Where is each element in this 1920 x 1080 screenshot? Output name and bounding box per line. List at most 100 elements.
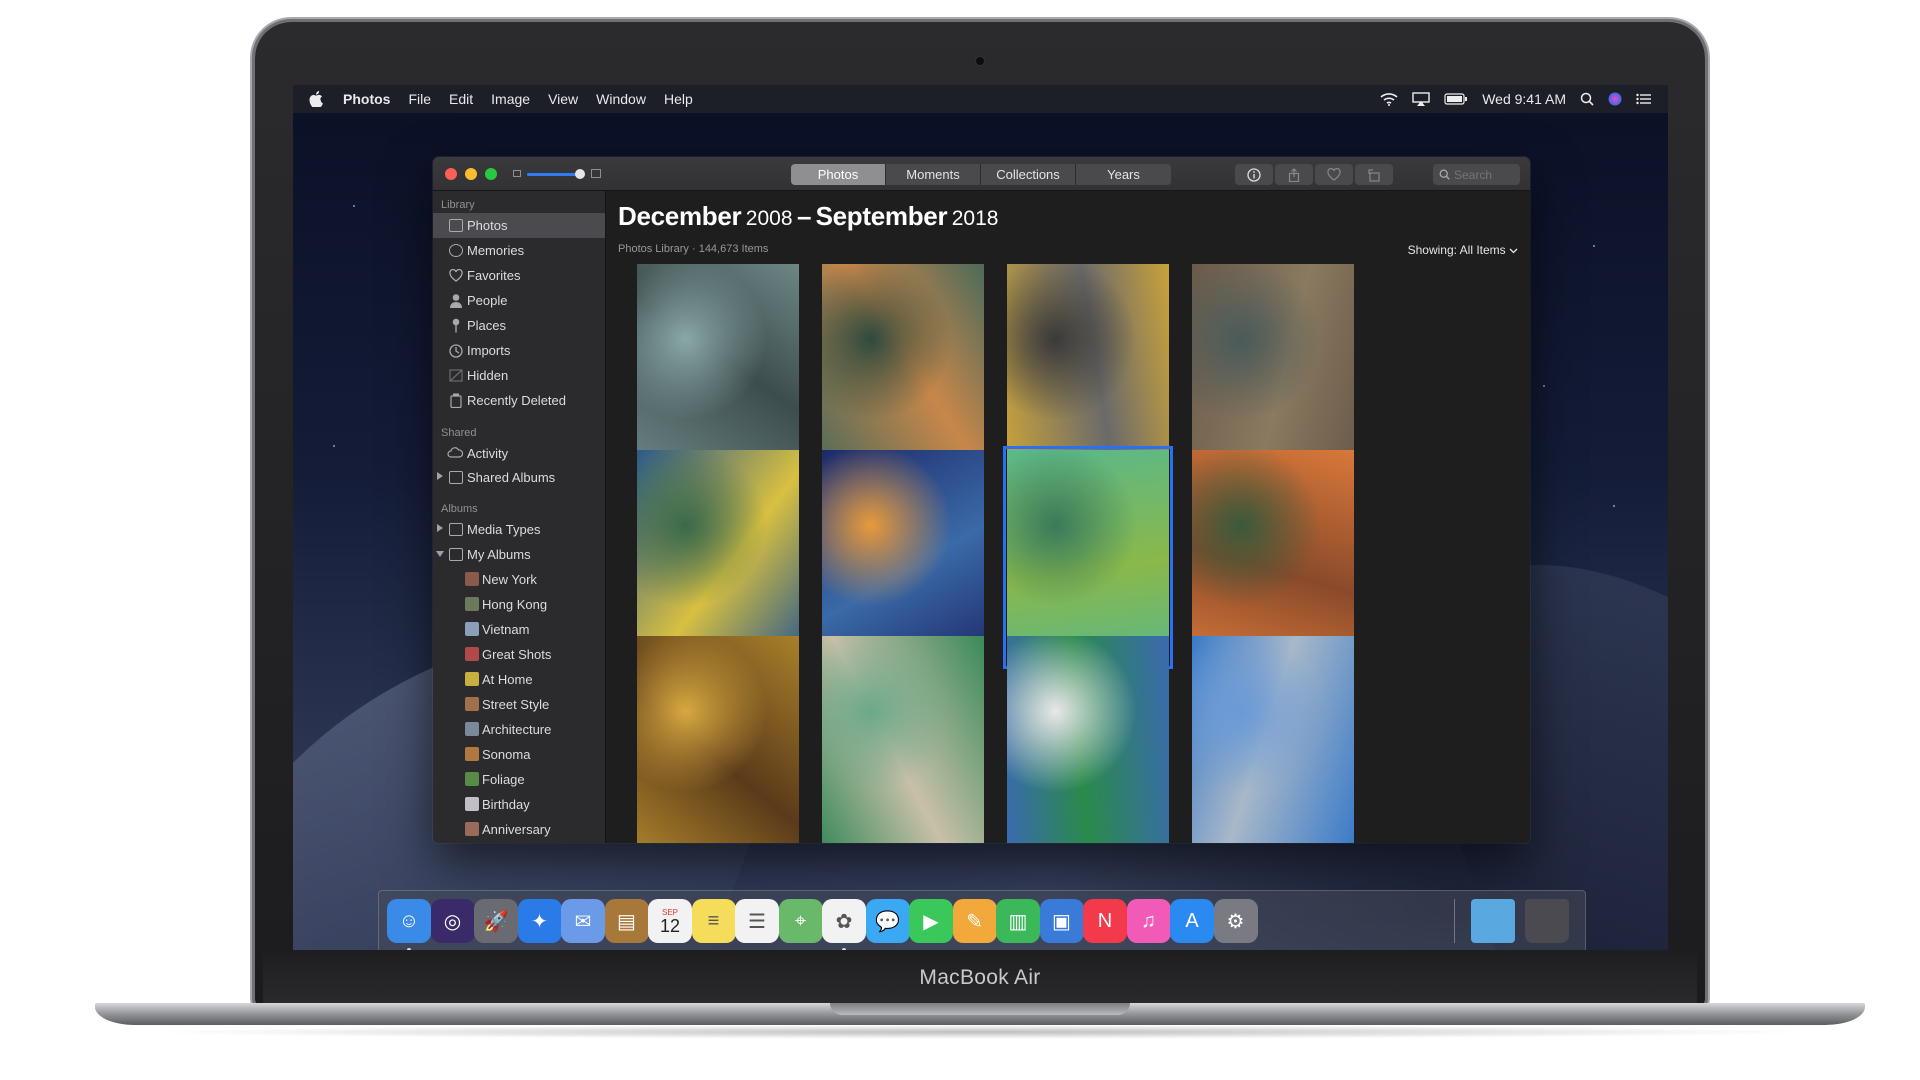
- dock-messages-icon[interactable]: 💬: [865, 899, 910, 943]
- photo-fence-zigzag[interactable]: [637, 450, 799, 665]
- dock-system-preferences-icon[interactable]: ⚙: [1213, 899, 1258, 943]
- tab-photos[interactable]: Photos: [791, 164, 886, 185]
- photo-orange-steps[interactable]: [1192, 450, 1354, 665]
- photo-shadow-yellow[interactable]: [1007, 264, 1169, 479]
- sidebar-item-hidden[interactable]: Hidden: [433, 363, 605, 388]
- photo-aerial-rainbow[interactable]: [1192, 264, 1354, 479]
- dock-maps-icon[interactable]: ⌖: [778, 899, 823, 943]
- tab-collections[interactable]: Collections: [981, 164, 1076, 185]
- dock-siri-icon[interactable]: ◎: [430, 899, 475, 943]
- dock-news-icon[interactable]: N: [1083, 899, 1127, 943]
- showing-filter-dropdown[interactable]: Showing: All Items: [1408, 243, 1518, 257]
- info-button[interactable]: [1235, 164, 1273, 185]
- sidebar-item-album[interactable]: Foliage: [433, 767, 605, 792]
- dock-pages-icon[interactable]: ✎: [952, 899, 997, 943]
- minimize-button[interactable]: [465, 168, 477, 180]
- menu-file[interactable]: File: [408, 91, 431, 107]
- view-segmented-control: Photos Moments Collections Years: [791, 164, 1171, 185]
- dock-mail-icon[interactable]: ✉: [561, 899, 605, 943]
- sidebar-item-media-types[interactable]: Media Types: [433, 517, 605, 542]
- sidebar-item-label: Recently Deleted: [467, 393, 566, 408]
- sidebar-item-album[interactable]: Hong Kong: [433, 592, 605, 617]
- photo-stairs-green[interactable]: [822, 264, 984, 479]
- dock-reminders-icon[interactable]: ☰: [735, 899, 779, 943]
- album-thumbnail: [465, 572, 479, 586]
- photo-paddle-blue[interactable]: [822, 450, 984, 665]
- dock-trash-icon[interactable]: [1525, 899, 1569, 943]
- sidebar-item-album[interactable]: Street Style: [433, 692, 605, 717]
- trash-icon: [450, 393, 462, 408]
- sidebar-item-label: Activity: [467, 445, 509, 461]
- sidebar-item-album[interactable]: Anniversary: [433, 817, 605, 842]
- dock-finder-icon[interactable]: ☺: [387, 899, 431, 943]
- dock-numbers-icon[interactable]: ▥: [996, 899, 1040, 943]
- sidebar-item-places[interactable]: Places: [433, 313, 605, 338]
- sidebar-item-album[interactable]: At Home: [433, 667, 605, 692]
- dock-contacts-icon[interactable]: ▤: [604, 899, 649, 943]
- thumbnail-size-slider[interactable]: [513, 166, 603, 182]
- share-button[interactable]: [1275, 164, 1313, 185]
- sidebar-item-album[interactable]: Sonoma: [433, 742, 605, 767]
- photo-lamp[interactable]: [637, 264, 799, 479]
- disclosure-triangle[interactable]: [437, 472, 443, 480]
- photo-green-edge[interactable]: [822, 636, 984, 843]
- tab-moments[interactable]: Moments: [886, 164, 981, 185]
- photo-green-building[interactable]: [1007, 636, 1169, 843]
- dock-calendar-icon[interactable]: SEP 12: [648, 899, 692, 943]
- sidebar-item-album[interactable]: Architecture: [433, 717, 605, 742]
- rotate-button[interactable]: [1355, 164, 1393, 185]
- dock-safari-icon[interactable]: ✦: [517, 899, 562, 943]
- sidebar-item-activity[interactable]: Activity: [433, 441, 605, 465]
- sidebar-item-photos[interactable]: Photos: [433, 213, 605, 238]
- spotlight-icon[interactable]: [1580, 92, 1594, 106]
- sidebar-item-people[interactable]: People: [433, 288, 605, 313]
- tab-years[interactable]: Years: [1076, 164, 1171, 185]
- disclosure-triangle[interactable]: [437, 524, 443, 532]
- siri-icon[interactable]: [1608, 92, 1622, 106]
- disclosure-triangle[interactable]: [436, 551, 444, 557]
- menu-view[interactable]: View: [548, 91, 578, 107]
- notification-center-icon[interactable]: [1636, 93, 1652, 105]
- photo-green-pools[interactable]: [1003, 446, 1173, 669]
- slider-knob[interactable]: [575, 169, 585, 179]
- menu-edit[interactable]: Edit: [449, 91, 473, 107]
- sidebar-item-imports[interactable]: Imports: [433, 338, 605, 363]
- menu-window[interactable]: Window: [596, 91, 646, 107]
- dock-itunes-icon[interactable]: ♫: [1126, 899, 1171, 943]
- sidebar-item-album[interactable]: Birthday: [433, 792, 605, 817]
- rotate-icon: [1368, 168, 1380, 182]
- sidebar-item-album[interactable]: Vietnam: [433, 617, 605, 642]
- dock-downloads-folder-icon[interactable]: [1471, 899, 1515, 943]
- dock-keynote-icon[interactable]: ▣: [1039, 899, 1084, 943]
- close-button[interactable]: [445, 168, 457, 180]
- battery-icon[interactable]: [1444, 93, 1468, 105]
- album-thumbnail: [465, 622, 479, 636]
- airplay-icon[interactable]: [1412, 92, 1430, 106]
- zoom-button[interactable]: [485, 168, 497, 180]
- sidebar-item-favorites[interactable]: Favorites: [433, 263, 605, 288]
- apple-icon[interactable]: [309, 91, 323, 107]
- large-thumbnail-icon: [591, 169, 601, 178]
- photos-window: Photos Moments Collections Years Search …: [433, 157, 1530, 843]
- sidebar-item-my-albums[interactable]: My Albums: [433, 542, 605, 567]
- dock-facetime-icon[interactable]: ▶: [909, 899, 953, 943]
- favorite-button[interactable]: [1315, 164, 1353, 185]
- sidebar-item-album[interactable]: Great Shots: [433, 642, 605, 667]
- menu-image[interactable]: Image: [491, 91, 530, 107]
- dock-notes-icon[interactable]: ≡: [691, 899, 736, 943]
- sidebar-item-album[interactable]: New York: [433, 567, 605, 592]
- photo-gold-curtain[interactable]: [637, 636, 799, 843]
- dock-app-store-icon[interactable]: A: [1170, 899, 1214, 943]
- dock-photos-icon[interactable]: ✿: [822, 899, 866, 943]
- menu-help[interactable]: Help: [664, 91, 693, 107]
- sidebar-item-shared-albums[interactable]: Shared Albums: [433, 465, 605, 489]
- menubar-clock[interactable]: Wed 9:41 AM: [1482, 91, 1566, 107]
- menu-app-name[interactable]: Photos: [343, 91, 390, 107]
- photo-horse-statues[interactable]: [1192, 636, 1354, 843]
- dock-launchpad-icon[interactable]: 🚀: [474, 899, 518, 943]
- sidebar-item-recently-deleted[interactable]: Recently Deleted: [433, 388, 605, 413]
- wifi-icon[interactable]: [1380, 92, 1398, 106]
- sidebar-item-memories[interactable]: Memories: [433, 238, 605, 263]
- search-input[interactable]: [1454, 167, 1514, 182]
- search-field[interactable]: [1433, 164, 1520, 185]
